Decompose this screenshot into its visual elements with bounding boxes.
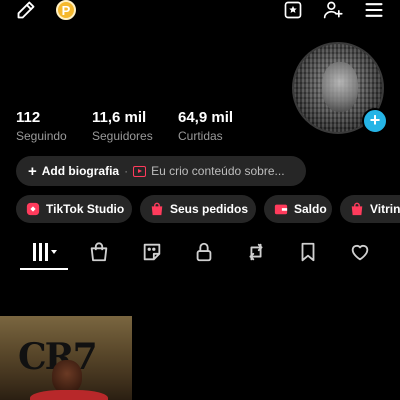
menu-icon <box>365 3 383 17</box>
pill-label: TikTok Studio <box>46 202 125 216</box>
add-avatar-button[interactable]: + <box>362 108 388 134</box>
add-friend-icon <box>323 1 343 19</box>
studio-icon <box>26 202 40 216</box>
stat-likes[interactable]: 64,9 mil Curtidas <box>178 109 233 143</box>
menu-button[interactable] <box>362 0 386 20</box>
bio-description: Eu crio conteúdo sobre... <box>151 164 285 178</box>
tab-private[interactable] <box>189 237 219 267</box>
add-friend-button[interactable] <box>320 0 346 20</box>
following-count: 112 <box>16 109 41 126</box>
bio-separator: · <box>124 164 129 178</box>
edit-pencil-button[interactable] <box>14 0 38 20</box>
video-thumbnail[interactable]: CR7 <box>0 316 132 400</box>
plus-icon: + <box>369 110 381 130</box>
tab-shop[interactable] <box>84 237 114 267</box>
sticker-icon <box>143 243 161 261</box>
tab-videos[interactable] <box>26 237 62 267</box>
coin-button[interactable]: P <box>54 0 78 20</box>
stat-following[interactable]: 112 Seguindo <box>16 109 67 143</box>
bookmark-icon <box>301 242 315 262</box>
creator-icon <box>284 1 302 19</box>
tab-stickers[interactable] <box>137 237 167 267</box>
tab-reposts[interactable] <box>241 237 271 267</box>
shop-icon <box>90 242 108 262</box>
tiktok-studio-button[interactable]: TikTok Studio <box>16 195 132 223</box>
likes-count: 64,9 mil <box>178 109 234 126</box>
storefront-button[interactable]: Vitrin <box>340 195 400 223</box>
video-icon <box>133 165 147 177</box>
pill-label: Saldo <box>294 202 327 216</box>
plus-icon: + <box>28 162 37 180</box>
pill-label: Vitrin <box>370 202 400 216</box>
heart-icon <box>351 244 369 261</box>
lock-icon <box>196 242 212 262</box>
balance-button[interactable]: Saldo <box>264 195 332 223</box>
tab-liked[interactable] <box>345 237 375 267</box>
pencil-icon <box>17 1 35 19</box>
add-bio-label: Add biografia <box>41 164 120 178</box>
following-label: Seguindo <box>16 129 67 143</box>
tab-saved[interactable] <box>293 237 323 267</box>
videos-grid-icon <box>33 243 57 261</box>
storefront-icon <box>350 202 364 216</box>
likes-label: Curtidas <box>178 129 223 143</box>
shopping-bag-icon <box>150 202 164 216</box>
creator-tools-button[interactable] <box>280 0 306 20</box>
orders-button[interactable]: Seus pedidos <box>140 195 256 223</box>
followers-label: Seguidores <box>92 129 153 143</box>
active-tab-indicator <box>20 268 68 270</box>
wallet-icon <box>274 202 288 216</box>
followers-count: 11,6 mil <box>92 109 147 126</box>
avatar-face <box>322 62 358 112</box>
coin-icon: P <box>56 0 76 20</box>
repost-icon <box>249 243 263 261</box>
add-bio-bar[interactable]: + Add biografia · Eu crio conteúdo sobre… <box>16 156 306 186</box>
pill-label: Seus pedidos <box>170 202 249 216</box>
thumbnail-person <box>52 360 82 394</box>
thumbnail-shirt <box>30 390 108 400</box>
stat-followers[interactable]: 11,6 mil Seguidores <box>92 109 153 143</box>
